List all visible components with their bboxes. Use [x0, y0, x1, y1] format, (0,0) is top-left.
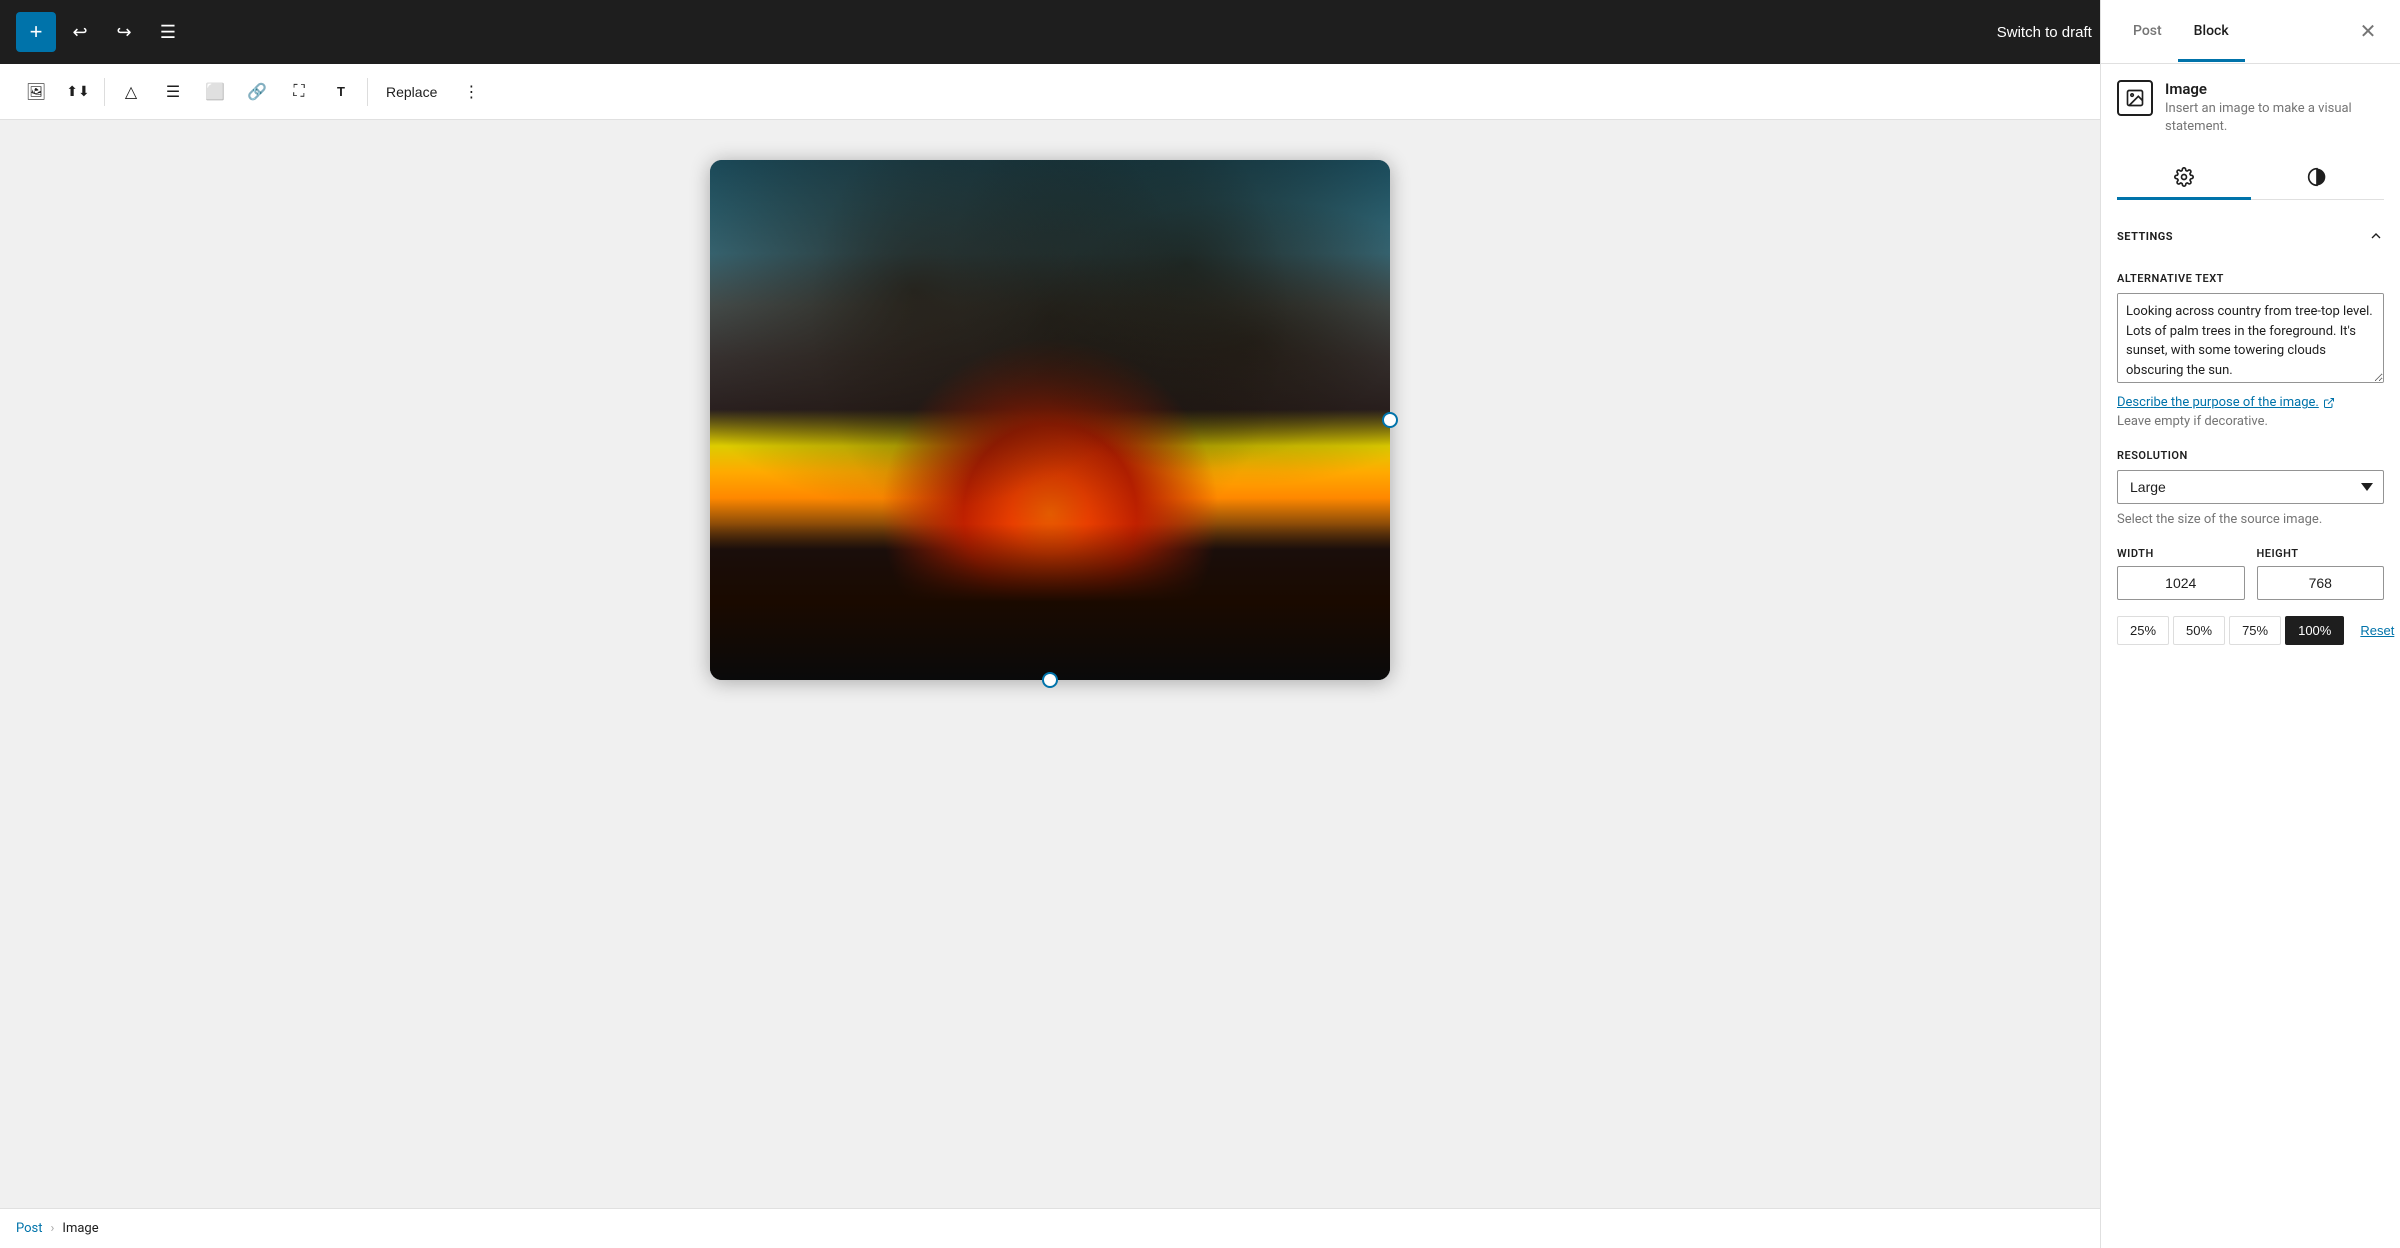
external-link-icon — [2323, 397, 2335, 409]
describe-link-text: Describe the purpose of the image. — [2117, 395, 2319, 410]
alt-text-label: ALTERNATIVE TEXT — [2117, 272, 2384, 285]
block-info: Image Insert an image to make a visual s… — [2117, 80, 2384, 136]
height-input[interactable] — [2257, 566, 2385, 600]
block-updown-button[interactable]: ⬆⬇ — [58, 72, 98, 112]
canvas-area — [710, 160, 1390, 684]
panel-tab-styles[interactable] — [2251, 157, 2385, 200]
zoom-50-button[interactable]: 50% — [2173, 616, 2225, 645]
resize-handle-right[interactable] — [1382, 412, 1398, 428]
width-input[interactable] — [2117, 566, 2245, 600]
crop-icon: ⛶ — [293, 83, 304, 101]
frame-icon: ⬜ — [205, 82, 225, 102]
alt-text-input[interactable] — [2117, 293, 2384, 383]
zoom-75-button[interactable]: 75% — [2229, 616, 2281, 645]
block-info-text: Image Insert an image to make a visual s… — [2165, 80, 2384, 136]
height-label: HEIGHT — [2257, 547, 2385, 560]
panel-tab-settings[interactable] — [2117, 157, 2251, 200]
image-block[interactable] — [710, 160, 1390, 680]
right-sidebar: Post Block ✕ Image Insert an image to ma… — [2100, 0, 2400, 1248]
link-icon: 🔗 — [247, 82, 267, 102]
resolution-hint: Select the size of the source image. — [2117, 512, 2384, 527]
text-overlay-icon: T — [337, 84, 345, 99]
sidebar-close-button[interactable]: ✕ — [2352, 16, 2384, 48]
frame-button[interactable]: ⬜ — [195, 72, 235, 112]
describe-purpose-link[interactable]: Describe the purpose of the image. — [2117, 395, 2335, 410]
block-more-icon: ⋮ — [463, 82, 479, 102]
toolbar-separator-1 — [104, 78, 105, 106]
resolution-section: RESOLUTION ThumbnailMediumLargeFull Size… — [2117, 449, 2384, 527]
link-button[interactable]: 🔗 — [237, 72, 277, 112]
block-name: Image — [2165, 80, 2384, 98]
section-header[interactable]: Settings — [2117, 220, 2384, 252]
breadcrumb-image: Image — [62, 1221, 98, 1236]
breadcrumb-separator: › — [51, 1221, 55, 1236]
updown-icon: ⬆⬇ — [66, 83, 89, 100]
text-align-button[interactable]: △ — [111, 72, 151, 112]
tab-post[interactable]: Post — [2117, 3, 2178, 62]
sidebar-content: Image Insert an image to make a visual s… — [2101, 64, 2400, 661]
block-image-icon-button[interactable]: 🖼 — [16, 72, 56, 112]
block-more-options-button[interactable]: ⋮ — [451, 72, 491, 112]
triangle-icon: △ — [125, 82, 137, 102]
sunset-image — [710, 160, 1390, 680]
list-view-button[interactable]: ☰ — [148, 12, 188, 52]
add-block-button[interactable]: + — [16, 12, 56, 52]
section-title: Settings — [2117, 230, 2173, 243]
settings-section: Settings — [2117, 220, 2384, 252]
chevron-up-icon — [2368, 228, 2384, 244]
text-overlay-button[interactable]: T — [321, 72, 361, 112]
image-block-icon: 🖼 — [26, 82, 46, 102]
sidebar-header: Post Block ✕ — [2101, 0, 2400, 64]
sidebar-tabs: Post Block — [2117, 2, 2245, 61]
toolbar-separator-2 — [367, 78, 368, 106]
leave-empty-text: Leave empty if decorative. — [2117, 414, 2384, 429]
switch-draft-button[interactable]: Switch to draft — [1985, 16, 2104, 49]
width-label: WIDTH — [2117, 547, 2245, 560]
breadcrumb-post[interactable]: Post — [16, 1221, 43, 1236]
block-toolbar: 🖼 ⬆⬇ △ ☰ ⬜ 🔗 ⛶ T Replace ⋮ — [0, 64, 2100, 120]
status-bar: Post › Image — [0, 1208, 2400, 1248]
half-circle-icon — [2307, 167, 2327, 187]
redo-button[interactable]: ↪ — [104, 12, 144, 52]
zoom-100-button[interactable]: 100% — [2285, 616, 2344, 645]
resize-handle-bottom[interactable] — [1042, 672, 1058, 688]
alt-text-group: ALTERNATIVE TEXT Describe the purpose of… — [2117, 272, 2384, 429]
crop-button[interactable]: ⛶ — [279, 72, 319, 112]
width-field: WIDTH — [2117, 547, 2245, 600]
block-icon — [2117, 80, 2153, 116]
zoom-row: 25% 50% 75% 100% Reset — [2117, 616, 2384, 645]
zoom-25-button[interactable]: 25% — [2117, 616, 2169, 645]
gear-icon — [2174, 167, 2194, 187]
dimensions-row: WIDTH HEIGHT — [2117, 547, 2384, 600]
resolution-label: RESOLUTION — [2117, 449, 2384, 462]
replace-button[interactable]: Replace — [374, 78, 449, 106]
reset-button[interactable]: Reset — [2348, 616, 2400, 645]
toolbar-left: + ↩ ↪ ☰ — [16, 12, 188, 52]
tab-block[interactable]: Block — [2178, 3, 2245, 62]
resolution-select[interactable]: ThumbnailMediumLargeFull Size — [2117, 470, 2384, 504]
undo-button[interactable]: ↩ — [60, 12, 100, 52]
image-preview — [710, 160, 1390, 680]
panel-tabs — [2117, 156, 2384, 200]
align-rows-button[interactable]: ☰ — [153, 72, 193, 112]
top-toolbar: + ↩ ↪ ☰ Switch to draft Preview Update ⊡… — [0, 0, 2400, 64]
main-canvas-area — [0, 120, 2100, 1208]
align-rows-icon: ☰ — [166, 82, 180, 102]
block-description: Insert an image to make a visual stateme… — [2165, 100, 2384, 136]
height-field: HEIGHT — [2257, 547, 2385, 600]
